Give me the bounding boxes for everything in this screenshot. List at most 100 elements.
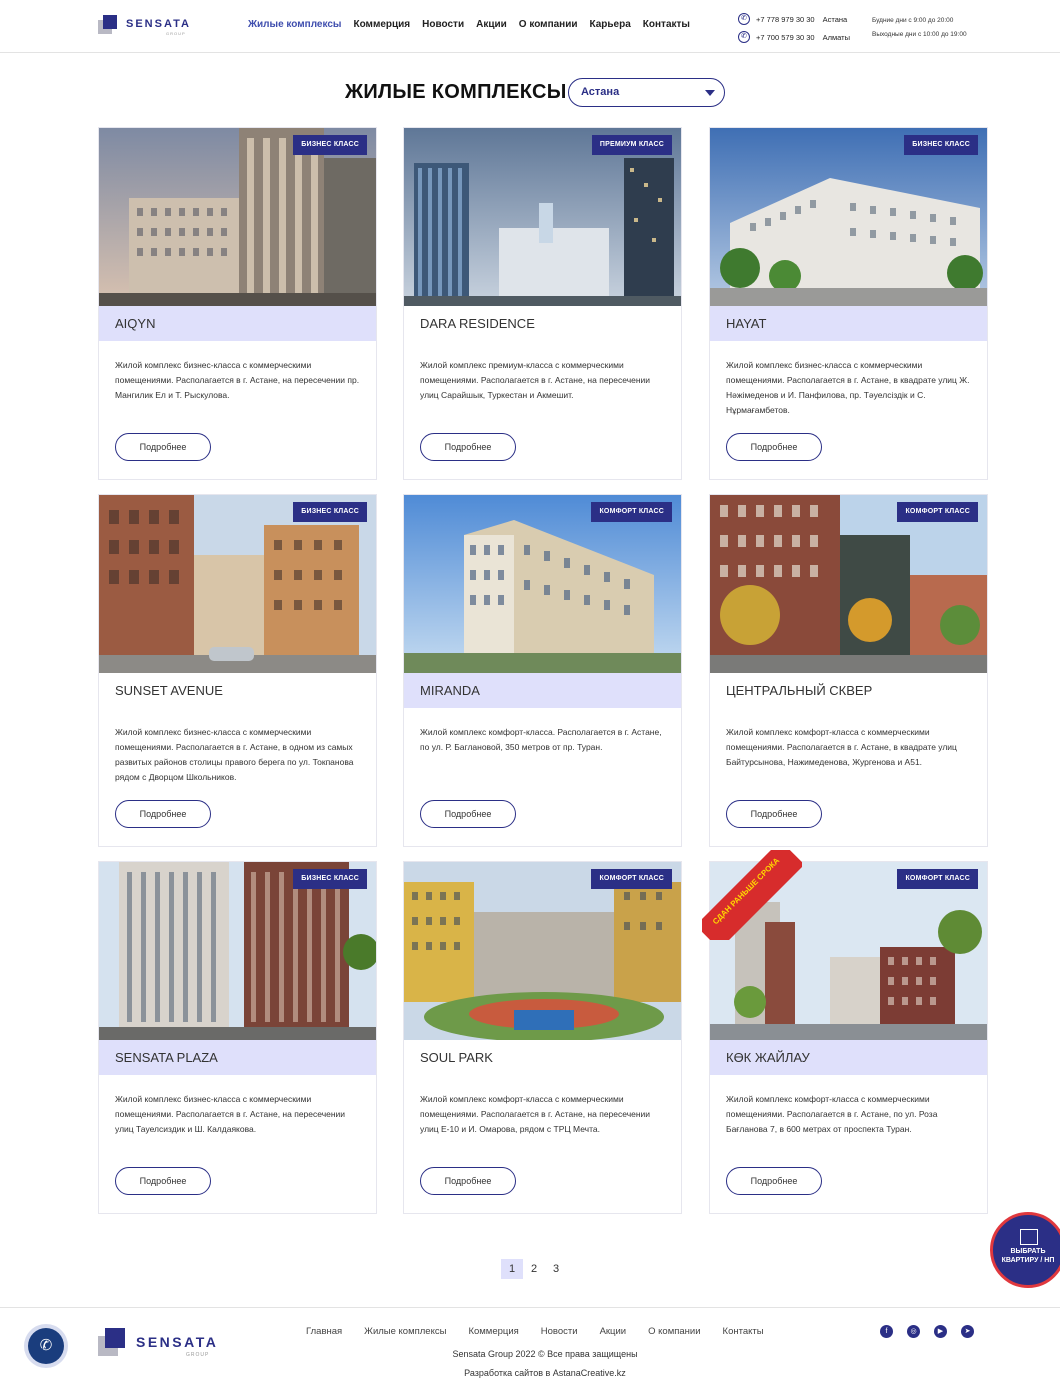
nav-item-promotions[interactable]: Акции: [476, 19, 507, 30]
choose-apartment-button[interactable]: ВЫБРАТЬ КВАРТИРУ / НП: [990, 1212, 1060, 1288]
phone-city: Алматы: [822, 32, 850, 42]
more-button[interactable]: Подробнее: [726, 1167, 822, 1195]
class-badge: ПРЕМИУМ КЛАСС: [591, 135, 672, 155]
complex-card: КОМФОРТ КЛАСС ЦЕНТРАЛЬНЫЙ СКВЕР Жилой ко…: [709, 494, 988, 847]
developer-credit[interactable]: Разработка сайтов в AstanaCreative.kz: [0, 1368, 1060, 1378]
complex-name[interactable]: SUNSET AVENUE: [99, 673, 376, 708]
class-badge: БИЗНЕС КЛАСС: [904, 135, 978, 155]
class-badge: БИЗНЕС КЛАСС: [293, 869, 367, 889]
complex-description: Жилой комплекс комфорт-класса. Располага…: [420, 727, 662, 752]
nav-item-news[interactable]: Новости: [422, 19, 464, 30]
page-1[interactable]: 1: [501, 1259, 523, 1279]
class-badge: КОМФОРТ КЛАСС: [897, 869, 978, 889]
title-row: ЖИЛЫЕ КОМПЛЕКСЫ Астана: [0, 78, 1060, 108]
ribbon-text: СДАН РАНЬШЕ СРОКА: [702, 850, 802, 940]
class-badge: БИЗНЕС КЛАСС: [293, 502, 367, 522]
logo-text: SENSATA: [126, 18, 191, 30]
phone-icon: ✆: [738, 13, 750, 25]
choose-apartment-label: ВЫБРАТЬ КВАРТИРУ / НП: [1001, 1248, 1055, 1264]
page-3[interactable]: 3: [545, 1259, 567, 1279]
footer-nav-home[interactable]: Главная: [306, 1326, 342, 1337]
complex-name[interactable]: ЦЕНТРАЛЬНЫЙ СКВЕР: [710, 673, 987, 708]
phone-list: ✆ +7 778 979 30 30 Астана ✆ +7 700 579 3…: [738, 10, 850, 46]
complex-description: Жилой комплекс бизнес-класса с коммерчес…: [115, 1094, 346, 1134]
complex-photo[interactable]: БИЗНЕС КЛАСС: [99, 495, 376, 673]
main-nav: Жилые комплексы Коммерция Новости Акции …: [248, 19, 690, 30]
more-button[interactable]: Подробнее: [420, 1167, 516, 1195]
nav-item-residential[interactable]: Жилые комплексы: [248, 19, 341, 30]
class-badge: КОМФОРТ КЛАСС: [591, 869, 672, 889]
youtube-icon[interactable]: ▶: [934, 1325, 947, 1338]
footer-nav: Главная Жилые комплексы Коммерция Новост…: [306, 1326, 764, 1337]
complex-card: БИЗНЕС КЛАСС SENSATA PLAZA Жилой комплек…: [98, 861, 377, 1214]
page-2[interactable]: 2: [523, 1259, 545, 1279]
nav-item-contacts[interactable]: Контакты: [643, 19, 690, 30]
complex-description: Жилой комплекс бизнес-класса с коммерчес…: [115, 360, 360, 400]
complex-photo[interactable]: БИЗНЕС КЛАСС: [710, 128, 987, 306]
more-button[interactable]: Подробнее: [420, 433, 516, 461]
site-header: SENSATA GROUP Жилые комплексы Коммерция …: [0, 0, 1060, 53]
more-button[interactable]: Подробнее: [115, 800, 211, 828]
phone-number: +7 778 979 30 30: [756, 14, 815, 24]
phone-number: +7 700 579 30 30: [756, 32, 815, 42]
copyright: Sensata Group 2022 © Все права защищены: [452, 1349, 638, 1359]
complex-description: Жилой комплекс комфорт-класса с коммерче…: [420, 1094, 651, 1134]
more-button[interactable]: Подробнее: [115, 1167, 211, 1195]
city-select[interactable]: Астана: [568, 78, 725, 107]
social-links: f ◎ ▶ ➤: [880, 1325, 974, 1338]
complex-card: БИЗНЕС КЛАСС AIQYN Жилой комплекс бизнес…: [98, 127, 377, 480]
more-button[interactable]: Подробнее: [726, 800, 822, 828]
nav-item-about[interactable]: О компании: [519, 19, 578, 30]
hours-weekdays: Будние дни с 9:00 до 20:00: [872, 17, 954, 24]
class-badge: КОМФОРТ КЛАСС: [591, 502, 672, 522]
footer-nav-commercial[interactable]: Коммерция: [468, 1326, 518, 1337]
facebook-icon[interactable]: f: [880, 1325, 893, 1338]
complex-name[interactable]: DARA RESIDENCE: [404, 306, 681, 341]
working-hours: Будние дни с 9:00 до 20:00 Выходные дни …: [872, 14, 967, 42]
footer-nav-promotions[interactable]: Акции: [600, 1326, 627, 1337]
logo-mark-front: [103, 15, 117, 29]
footer-nav-news[interactable]: Новости: [541, 1326, 578, 1337]
complex-photo[interactable]: КОМФОРТ КЛАСС: [710, 495, 987, 673]
complex-name[interactable]: SENSATA PLAZA: [99, 1040, 376, 1075]
complex-card: КОМФОРТ КЛАСС MIRANDA Жилой комплекс ком…: [403, 494, 682, 847]
phone-icon: ✆: [738, 31, 750, 43]
complex-name[interactable]: HAYAT: [710, 306, 987, 341]
site-footer: ✆ SENSATA GROUP Главная Жилые комплексы …: [0, 1307, 1060, 1392]
telegram-icon[interactable]: ➤: [961, 1325, 974, 1338]
complex-photo[interactable]: БИЗНЕС КЛАСС: [99, 862, 376, 1040]
phone-almaty[interactable]: ✆ +7 700 579 30 30 Алматы: [738, 28, 850, 46]
nav-item-commercial[interactable]: Коммерция: [353, 19, 410, 30]
logo-text: SENSATA: [136, 1334, 219, 1350]
phone-astana[interactable]: ✆ +7 778 979 30 30 Астана: [738, 10, 850, 28]
logo-mark-front: [105, 1328, 125, 1348]
more-button[interactable]: Подробнее: [115, 433, 211, 461]
complex-card: БИЗНЕС КЛАСС SUNSET AVENUE Жилой комплек…: [98, 494, 377, 847]
chevron-down-icon: [705, 90, 715, 96]
complex-card: КОМФОРТ КЛАСС SOUL PARK Жилой комплекс к…: [403, 861, 682, 1214]
complex-photo[interactable]: КОМФОРТ КЛАСС: [404, 862, 681, 1040]
footer-nav-about[interactable]: О компании: [648, 1326, 700, 1337]
more-button[interactable]: Подробнее: [420, 800, 516, 828]
complex-name[interactable]: КӨК ЖАЙЛАУ: [710, 1040, 987, 1075]
complex-photo[interactable]: БИЗНЕС КЛАСС: [99, 128, 376, 306]
logo-subtext: GROUP: [166, 31, 186, 36]
complex-description: Жилой комплекс комфорт-класса с коммерче…: [726, 727, 957, 767]
complex-description: Жилой комплекс бизнес-класса с коммерчес…: [726, 360, 970, 415]
complex-card: БИЗНЕС КЛАСС HAYAT Жилой комплекс бизнес…: [709, 127, 988, 480]
complex-photo[interactable]: ПРЕМИУМ КЛАСС: [404, 128, 681, 306]
complex-name[interactable]: AIQYN: [99, 306, 376, 341]
pagination: 1 2 3: [501, 1259, 567, 1279]
footer-nav-residential[interactable]: Жилые комплексы: [364, 1326, 446, 1337]
nav-item-career[interactable]: Карьера: [590, 19, 631, 30]
complex-name[interactable]: MIRANDA: [404, 673, 681, 708]
logo[interactable]: SENSATA GROUP: [98, 14, 208, 38]
class-badge: БИЗНЕС КЛАСС: [293, 135, 367, 155]
city-select-value: Астана: [581, 86, 620, 98]
footer-nav-contacts[interactable]: Контакты: [723, 1326, 764, 1337]
instagram-icon[interactable]: ◎: [907, 1325, 920, 1338]
complex-description: Жилой комплекс комфорт-класса с коммерче…: [726, 1094, 938, 1134]
complex-photo[interactable]: КОМФОРТ КЛАСС: [404, 495, 681, 673]
complex-name[interactable]: SOUL PARK: [404, 1040, 681, 1075]
more-button[interactable]: Подробнее: [726, 433, 822, 461]
